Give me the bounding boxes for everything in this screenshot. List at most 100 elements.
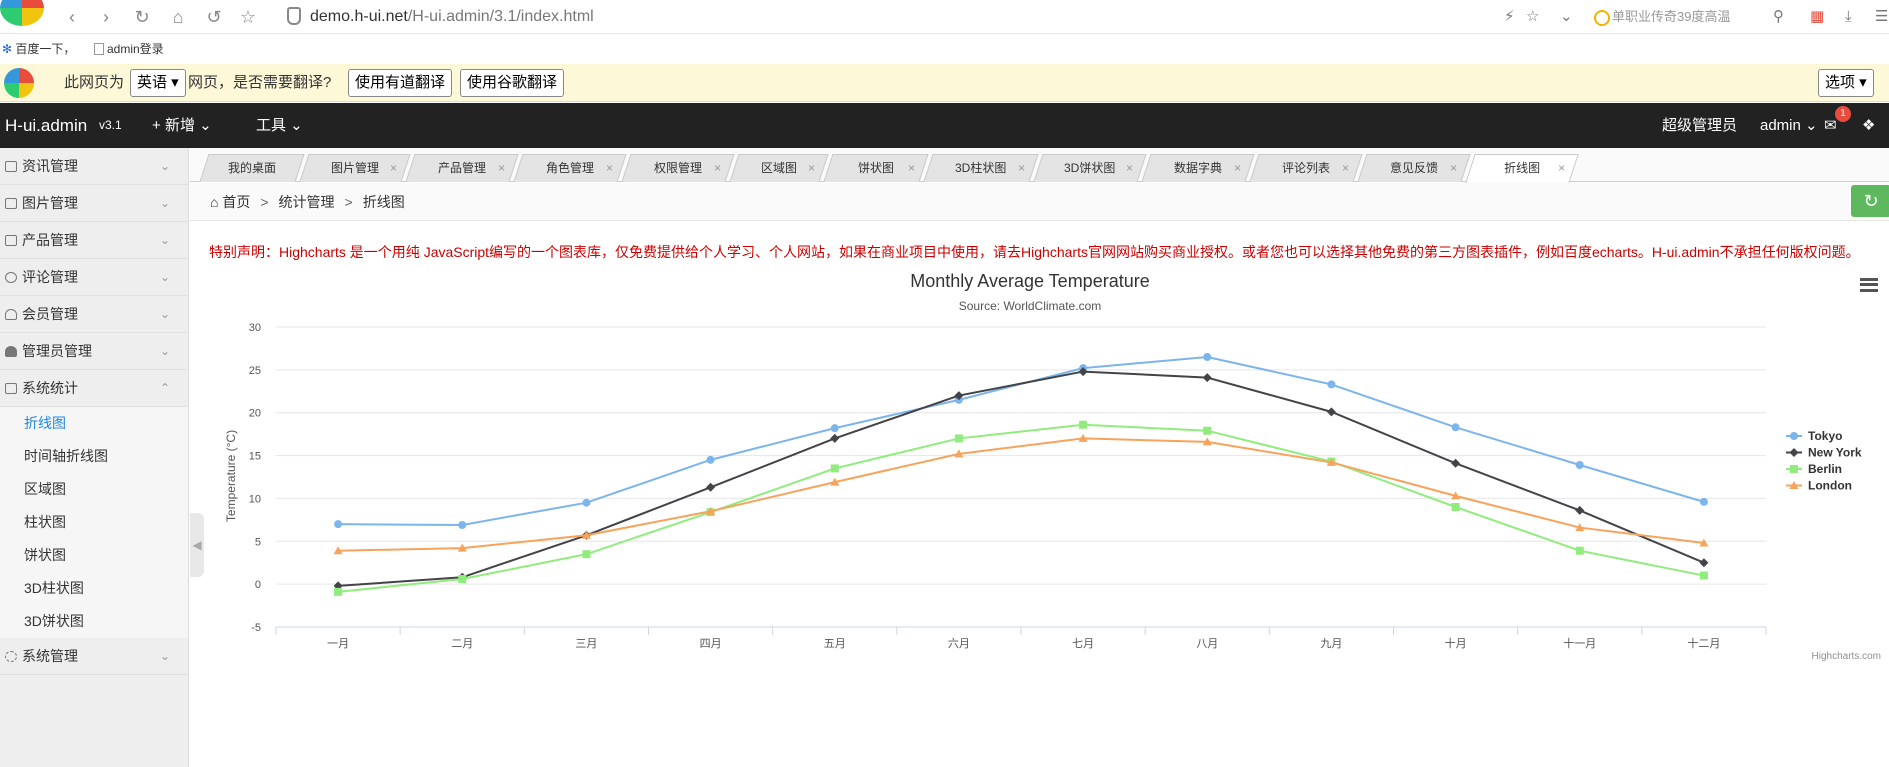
close-icon[interactable]: ×: [390, 155, 397, 181]
chart-credits[interactable]: Highcharts.com: [1812, 651, 1881, 662]
tab-line-chart[interactable]: 折线图 ×: [1465, 154, 1579, 183]
legend-marker[interactable]: [1790, 432, 1798, 440]
sidebar-item-news[interactable]: 资讯管理 ⌄: [0, 148, 188, 185]
close-icon[interactable]: ×: [1234, 155, 1241, 181]
data-point[interactable]: [706, 482, 716, 492]
tab-permissions[interactable]: 权限管理 ×: [621, 154, 735, 182]
close-icon[interactable]: ×: [714, 155, 721, 181]
add-menu[interactable]: + 新增 ⌄: [152, 103, 212, 148]
data-point[interactable]: [830, 424, 839, 433]
data-point[interactable]: [1327, 380, 1336, 389]
legend-item[interactable]: New York: [1808, 446, 1862, 460]
sidebar-item-statistics[interactable]: 系统统计 ⌃: [0, 370, 188, 407]
tab-3d-bar-chart[interactable]: 3D柱状图 ×: [923, 154, 1039, 182]
bookmark-baidu[interactable]: ✻ 百度一下，: [2, 35, 75, 63]
series-line[interactable]: [338, 355, 1705, 527]
apps-icon[interactable]: ▦: [1810, 5, 1824, 29]
tab-images[interactable]: 图片管理 ×: [299, 154, 411, 182]
dropdown-icon[interactable]: ⌄: [1560, 5, 1573, 29]
data-point[interactable]: [1326, 407, 1336, 417]
options-button[interactable]: 选项 ▾: [1818, 69, 1874, 97]
tab-pie-chart[interactable]: 饼状图 ×: [823, 154, 929, 182]
back-icon[interactable]: ‹: [60, 5, 84, 29]
refresh-button[interactable]: ↻: [1851, 185, 1889, 217]
sidebar-item-products[interactable]: 产品管理 ⌄: [0, 222, 188, 259]
forward-icon[interactable]: ›: [94, 5, 118, 29]
tab-data-dictionary[interactable]: 数据字典 ×: [1141, 154, 1255, 182]
sidebar-item-members[interactable]: 会员管理 ⌄: [0, 296, 188, 333]
legend-item[interactable]: Tokyo: [1808, 429, 1842, 443]
data-point[interactable]: [706, 455, 715, 464]
data-point[interactable]: [1699, 571, 1708, 580]
legend-item[interactable]: Berlin: [1808, 462, 1842, 476]
sidebar-sub-timeline-chart[interactable]: 时间轴折线图: [0, 440, 188, 473]
address-bar[interactable]: demo.h-ui.net/H-ui.admin/3.1/index.html: [310, 5, 594, 29]
home-icon[interactable]: ⌂: [166, 5, 190, 29]
data-point[interactable]: [1203, 353, 1212, 361]
legend-marker[interactable]: [1789, 448, 1799, 457]
sidebar-sub-3d-pie-chart[interactable]: 3D饼状图: [0, 605, 188, 638]
user-menu[interactable]: admin ⌄: [1760, 103, 1818, 148]
series-line[interactable]: [338, 370, 1705, 587]
data-point[interactable]: [1451, 458, 1461, 468]
youdao-translate-button[interactable]: 使用有道翻译: [348, 69, 453, 97]
app-logo[interactable]: H-ui.admin: [5, 103, 87, 148]
google-translate-button[interactable]: 使用谷歌翻译: [460, 69, 565, 97]
data-point[interactable]: [458, 575, 467, 583]
sidebar-sub-pie-chart[interactable]: 饼状图: [0, 539, 188, 572]
breadcrumb-home[interactable]: 首页: [222, 194, 250, 210]
tab-feedback[interactable]: 意见反馈 ×: [1357, 154, 1471, 182]
data-point[interactable]: [1699, 558, 1709, 568]
data-point[interactable]: [1203, 426, 1212, 435]
legend-marker[interactable]: [1790, 465, 1798, 473]
data-point[interactable]: [582, 550, 591, 559]
tools-menu[interactable]: 工具 ⌄: [256, 103, 303, 148]
message-icon[interactable]: ✉: [1824, 103, 1837, 148]
download-icon[interactable]: ⤓: [1845, 5, 1852, 29]
sidebar-item-images[interactable]: 图片管理 ⌄: [0, 185, 188, 222]
search-icon[interactable]: ⚲: [1773, 5, 1784, 29]
data-point[interactable]: [334, 587, 343, 596]
reload-icon[interactable]: ↻: [130, 5, 154, 29]
data-point[interactable]: [954, 434, 963, 443]
data-point[interactable]: [1079, 420, 1088, 429]
sidebar-sub-bar-chart[interactable]: 柱状图: [0, 506, 188, 539]
undo-icon[interactable]: ↺: [202, 5, 226, 29]
data-point[interactable]: [1699, 497, 1708, 506]
data-point[interactable]: [1202, 373, 1212, 383]
lightning-icon[interactable]: ⚡: [1504, 5, 1515, 29]
skin-icon[interactable]: ❖: [1862, 103, 1875, 148]
sidebar-sub-area-chart[interactable]: 区域图: [0, 473, 188, 506]
tab-desktop[interactable]: 我的桌面: [199, 154, 305, 182]
data-point[interactable]: [1451, 503, 1460, 511]
sidebar-item-comments[interactable]: 评论管理 ⌄: [0, 259, 188, 296]
legend-item[interactable]: London: [1808, 479, 1852, 493]
tab-3d-pie-chart[interactable]: 3D饼状图 ×: [1033, 154, 1147, 182]
browser-search-input[interactable]: 单职业传奇39度高温: [1592, 7, 1730, 27]
close-icon[interactable]: ×: [1018, 155, 1025, 181]
tab-roles[interactable]: 角色管理 ×: [513, 154, 627, 182]
data-point[interactable]: [1575, 546, 1584, 555]
close-icon[interactable]: ×: [1342, 155, 1349, 181]
menu-icon[interactable]: ☰: [1875, 5, 1888, 29]
data-point[interactable]: [1575, 505, 1585, 515]
data-point[interactable]: [582, 498, 591, 507]
sidebar-sub-line-chart[interactable]: 折线图: [0, 407, 188, 440]
data-point[interactable]: [830, 464, 839, 473]
close-icon[interactable]: ×: [498, 155, 505, 181]
data-point[interactable]: [1451, 423, 1460, 432]
data-point[interactable]: [458, 521, 467, 529]
close-icon[interactable]: ×: [908, 155, 915, 181]
series-line[interactable]: [337, 423, 1705, 593]
close-icon[interactable]: ×: [606, 155, 613, 181]
close-icon[interactable]: ×: [1450, 155, 1457, 181]
data-point[interactable]: [830, 433, 840, 443]
sidebar-item-system[interactable]: 系统管理 ⌄: [0, 638, 188, 675]
bookmark-admin[interactable]: admin登录: [94, 35, 164, 63]
data-point[interactable]: [1575, 461, 1584, 469]
language-select[interactable]: 英语 ▾: [130, 69, 186, 97]
tab-area-chart[interactable]: 区域图 ×: [729, 154, 829, 182]
sidebar-sub-3d-bar-chart[interactable]: 3D柱状图: [0, 572, 188, 605]
close-icon[interactable]: ×: [808, 155, 815, 181]
close-icon[interactable]: ×: [1558, 155, 1565, 181]
